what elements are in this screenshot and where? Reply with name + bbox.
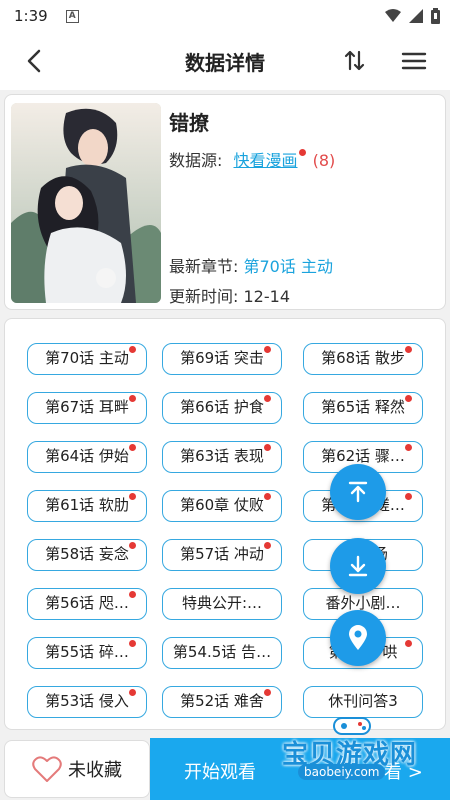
chapter-chip[interactable]: 第57话 冲动 bbox=[162, 539, 282, 571]
chapter-chip[interactable]: 第52话 难舍 bbox=[162, 686, 282, 718]
manga-title: 错撩 bbox=[169, 111, 209, 135]
new-chapter-dot bbox=[405, 346, 412, 353]
chapter-chip[interactable]: 第70话 主动 bbox=[27, 343, 147, 375]
new-chapter-dot bbox=[405, 640, 412, 647]
chapter-chip[interactable]: 第65话 释然 bbox=[303, 392, 423, 424]
chapter-label: 第68话 散步 bbox=[321, 349, 405, 367]
scroll-bottom-icon bbox=[348, 555, 368, 577]
chapter-chip[interactable]: 第55话 碎… bbox=[27, 637, 147, 669]
source-label: 数据源: bbox=[169, 151, 223, 170]
start-reading-button[interactable]: 开始观看 看 > bbox=[150, 738, 450, 800]
chapter-list: 第70话 主动 第69话 突击 第68话 散步第67话 耳畔 第66话 护食 第65话 … bbox=[4, 318, 446, 730]
chapter-label: 第61话 软肋 bbox=[45, 496, 129, 514]
chapter-label: 第53话 侵入 bbox=[45, 692, 129, 710]
page-title: 数据详情 bbox=[185, 50, 265, 75]
scroll-bottom-button[interactable] bbox=[330, 538, 386, 594]
new-chapter-dot bbox=[264, 444, 271, 451]
location-pin-icon bbox=[349, 625, 367, 650]
chapter-label: 第56话 咫… bbox=[45, 594, 129, 612]
chapter-label: 特典公开:… bbox=[181, 594, 263, 612]
chapter-label: 番外小剧… bbox=[325, 594, 401, 612]
chapter-label: 第58话 妄念 bbox=[45, 545, 129, 563]
bottom-bar: 未收藏 开始观看 看 > bbox=[0, 738, 450, 800]
chapter-label: 第57话 冲动 bbox=[180, 545, 264, 563]
new-chapter-dot bbox=[264, 493, 271, 500]
cover-image[interactable] bbox=[11, 103, 161, 303]
chapter-chip[interactable]: 第58话 妄念 bbox=[27, 539, 147, 571]
latest-chapter-link[interactable]: 第70话 主动 bbox=[244, 257, 333, 276]
new-chapter-dot bbox=[129, 493, 136, 500]
chapter-chip[interactable]: 第63话 表现 bbox=[162, 441, 282, 473]
chapter-chip[interactable]: 第66话 护食 bbox=[162, 392, 282, 424]
scroll-top-button[interactable] bbox=[330, 464, 386, 520]
notification-badge-icon: A bbox=[65, 9, 79, 23]
chapter-label: 第66话 护食 bbox=[180, 398, 264, 416]
new-chapter-dot bbox=[405, 444, 412, 451]
update-time-row: 更新时间: 12-14 bbox=[169, 283, 290, 307]
chapter-label: 第63话 表现 bbox=[180, 447, 264, 465]
new-chapter-dot bbox=[129, 640, 136, 647]
new-chapter-dot bbox=[129, 395, 136, 402]
chapter-label: 第67话 耳畔 bbox=[45, 398, 129, 416]
chapter-label: 第69话 突击 bbox=[180, 349, 264, 367]
start-reading-label: 开始观看 bbox=[184, 762, 256, 783]
heart-icon bbox=[32, 756, 62, 782]
continue-reading-label: 看 > bbox=[384, 762, 423, 783]
new-chapter-dot bbox=[264, 542, 271, 549]
chapter-label: 第62话 骤… bbox=[321, 447, 405, 465]
chapter-label: 休刊问答3 bbox=[328, 692, 398, 710]
new-chapter-dot bbox=[264, 346, 271, 353]
chapter-label: 第70话 主动 bbox=[45, 349, 129, 367]
battery-icon bbox=[431, 8, 440, 24]
source-link[interactable]: 快看漫画 bbox=[234, 151, 298, 170]
chapter-chip[interactable]: 第60章 仗败 bbox=[162, 490, 282, 522]
scroll-top-icon bbox=[348, 481, 368, 503]
favorite-label: 未收藏 bbox=[68, 760, 122, 781]
chapter-chip[interactable]: 休刊问答3 bbox=[303, 686, 423, 718]
source-new-dot bbox=[298, 149, 306, 156]
chapter-label: 第54.5话 告… bbox=[172, 643, 272, 661]
chapter-chip[interactable]: 第68话 散步 bbox=[303, 343, 423, 375]
manga-info-card: 错撩 数据源: 快看漫画 (8) 最新章节: 第70话 主动 更新时间: 12-… bbox=[4, 94, 446, 310]
new-chapter-dot bbox=[264, 395, 271, 402]
update-label: 更新时间: bbox=[169, 287, 239, 306]
chapter-chip[interactable]: 第54.5话 告… bbox=[162, 637, 282, 669]
locate-button[interactable] bbox=[330, 610, 386, 666]
chapter-chip[interactable]: 第56话 咫… bbox=[27, 588, 147, 620]
wifi-icon bbox=[385, 9, 401, 22]
chapter-label: 第52话 难舍 bbox=[180, 692, 264, 710]
app-bar: 数据详情 bbox=[0, 32, 450, 90]
signal-icon bbox=[409, 9, 423, 23]
new-chapter-dot bbox=[129, 346, 136, 353]
chapter-label: 第55话 碎… bbox=[45, 643, 129, 661]
menu-icon[interactable] bbox=[400, 49, 428, 73]
source-count: (8) bbox=[312, 151, 336, 170]
latest-label: 最新章节: bbox=[169, 257, 239, 276]
new-chapter-dot bbox=[129, 591, 136, 598]
chapter-label: 第65话 释然 bbox=[321, 398, 405, 416]
chapter-chip[interactable]: 第67话 耳畔 bbox=[27, 392, 147, 424]
status-bar: 1:39 A bbox=[0, 0, 450, 32]
new-chapter-dot bbox=[405, 493, 412, 500]
update-time: 12-14 bbox=[243, 287, 291, 306]
chapter-chip[interactable]: 第53话 侵入 bbox=[27, 686, 147, 718]
chapter-chip[interactable]: 第64话 伊始 bbox=[27, 441, 147, 473]
new-chapter-dot bbox=[264, 689, 271, 696]
sort-icon[interactable] bbox=[342, 48, 368, 74]
chapter-label: 第60章 仗败 bbox=[180, 496, 264, 514]
back-arrow-icon[interactable] bbox=[22, 48, 48, 74]
status-time: 1:39 bbox=[14, 7, 48, 25]
source-row: 数据源: 快看漫画 (8) bbox=[169, 147, 335, 171]
chapter-chip[interactable]: 特典公开:… bbox=[162, 588, 282, 620]
chapter-label: 第64话 伊始 bbox=[45, 447, 129, 465]
favorite-button[interactable]: 未收藏 bbox=[4, 740, 150, 798]
chapter-chip[interactable]: 第69话 突击 bbox=[162, 343, 282, 375]
new-chapter-dot bbox=[129, 542, 136, 549]
new-chapter-dot bbox=[129, 444, 136, 451]
chapter-chip[interactable]: 第61话 软肋 bbox=[27, 490, 147, 522]
new-chapter-dot bbox=[129, 689, 136, 696]
new-chapter-dot bbox=[405, 395, 412, 402]
latest-chapter-row: 最新章节: 第70话 主动 bbox=[169, 253, 333, 277]
